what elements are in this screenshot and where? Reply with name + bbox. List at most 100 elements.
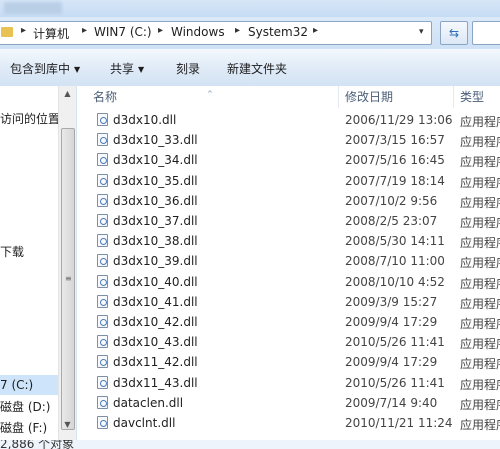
dll-file-icon bbox=[97, 133, 108, 147]
file-name: d3dx10_39.dll bbox=[113, 254, 198, 269]
file-date: 2010/5/26 11:41 bbox=[345, 335, 445, 350]
dll-file-icon bbox=[97, 173, 108, 187]
breadcrumb-separator[interactable]: ▸ bbox=[313, 25, 318, 36]
dll-file-icon bbox=[97, 214, 108, 227]
file-type: 应用程序 bbox=[460, 236, 500, 251]
address-dropdown-icon[interactable]: ▾ bbox=[419, 27, 429, 39]
file-row[interactable]: d3dx10_38.dll 2008/5/30 14:11 应用程序 bbox=[77, 231, 500, 251]
dll-file-icon bbox=[97, 315, 108, 328]
file-date: 2007/3/15 16:57 bbox=[345, 133, 445, 148]
file-name: d3dx10.dll bbox=[113, 113, 177, 127]
item-count: 2,886 个对象 bbox=[0, 440, 75, 449]
nav-item-drive-f[interactable]: 磁盘 (F:) bbox=[0, 419, 47, 436]
breadcrumb-computer[interactable]: 计算机 bbox=[33, 25, 69, 42]
file-name: d3dx10_40.dll bbox=[113, 274, 198, 289]
breadcrumb-separator[interactable]: ▸ bbox=[82, 25, 87, 36]
chevron-down-icon: ▼ bbox=[138, 65, 145, 74]
file-date: 2010/11/21 11:24 bbox=[345, 416, 453, 430]
file-date: 2009/9/4 17:29 bbox=[345, 315, 438, 329]
file-row[interactable]: davclnt.dll 2010/11/21 11:24 应用程序 bbox=[77, 413, 500, 433]
file-row[interactable]: dataclen.dll 2009/7/14 9:40 应用程序 bbox=[77, 393, 500, 413]
file-row[interactable]: d3dx11_42.dll 2009/9/4 17:29 应用程序 bbox=[77, 352, 500, 372]
title-bar bbox=[0, 0, 500, 17]
file-type: 应用程序 bbox=[460, 256, 500, 271]
file-row[interactable]: d3dx10_39.dll 2008/7/10 11:00 应用程序 bbox=[77, 251, 500, 271]
search-input[interactable] bbox=[472, 21, 500, 45]
new-folder-button[interactable]: 新建文件夹 bbox=[227, 60, 287, 77]
nav-item-drive-c[interactable]: 7 (C:) bbox=[0, 375, 58, 395]
nav-scrollbar[interactable]: ▲ ≡ ▼ bbox=[58, 86, 76, 449]
breadcrumb-system32[interactable]: System32 bbox=[248, 25, 308, 39]
file-type: 应用程序 bbox=[460, 317, 500, 331]
file-row[interactable]: d3dx10.dll 2006/11/29 13:06 应用程序 bbox=[77, 110, 500, 130]
dll-file-icon bbox=[97, 113, 108, 126]
file-type: 应用程序 bbox=[460, 276, 500, 291]
address-row: ▸ 计算机 ▸ WIN7 (C:) ▸ Windows ▸ System32 ▸… bbox=[0, 17, 500, 49]
dll-file-icon bbox=[97, 355, 108, 369]
dll-file-icon bbox=[97, 395, 108, 409]
share-button[interactable]: 共享 ▼ bbox=[110, 60, 144, 77]
breadcrumb-drive[interactable]: WIN7 (C:) bbox=[94, 25, 152, 39]
sort-ascending-icon: ^ bbox=[207, 90, 213, 98]
chevron-down-icon: ▼ bbox=[74, 65, 81, 74]
breadcrumb-separator[interactable]: ▸ bbox=[21, 25, 26, 36]
scroll-up-icon[interactable]: ▲ bbox=[59, 86, 76, 102]
file-name: d3dx10_34.dll bbox=[113, 153, 198, 168]
status-bar: 2,886 个对象 bbox=[0, 440, 500, 449]
file-row[interactable]: d3dx10_43.dll 2010/5/26 11:41 应用程序 bbox=[77, 332, 500, 352]
column-header-name[interactable]: 名称 ^ bbox=[77, 86, 339, 108]
file-type: 应用程序 bbox=[460, 357, 500, 372]
file-date: 2009/7/14 9:40 bbox=[345, 395, 438, 410]
scroll-thumb[interactable]: ≡ bbox=[61, 128, 75, 430]
file-row[interactable]: d3dx10_40.dll 2008/10/10 4:52 应用程序 bbox=[77, 272, 500, 292]
breadcrumb-separator[interactable]: ▸ bbox=[158, 25, 163, 36]
column-header-date[interactable]: 修改日期 bbox=[339, 86, 454, 108]
file-row[interactable]: d3dx10_33.dll 2007/3/15 16:57 应用程序 bbox=[77, 130, 500, 150]
nav-item-downloads[interactable]: 下载 bbox=[0, 243, 24, 260]
dll-file-icon bbox=[97, 254, 108, 268]
file-type: 应用程序 bbox=[460, 337, 500, 352]
file-date: 2008/2/5 23:07 bbox=[345, 214, 438, 228]
file-date: 2007/10/2 9:56 bbox=[345, 193, 438, 208]
burn-button[interactable]: 刻录 bbox=[176, 60, 200, 77]
column-header-type[interactable]: 类型 bbox=[454, 86, 500, 108]
file-row[interactable]: d3dx11_43.dll 2010/5/26 11:41 应用程序 bbox=[77, 373, 500, 393]
file-row[interactable]: d3dx10_37.dll 2008/2/5 23:07 应用程序 bbox=[77, 211, 500, 231]
file-date: 2006/11/29 13:06 bbox=[345, 113, 453, 127]
file-name: d3dx10_36.dll bbox=[113, 193, 198, 208]
file-name: dataclen.dll bbox=[113, 395, 184, 410]
file-row[interactable]: d3dx10_34.dll 2007/5/16 16:45 应用程序 bbox=[77, 150, 500, 170]
address-bar[interactable]: ▸ 计算机 ▸ WIN7 (C:) ▸ Windows ▸ System32 ▸… bbox=[0, 21, 432, 45]
grip-icon: ≡ bbox=[65, 274, 72, 283]
file-date: 2007/5/16 16:45 bbox=[345, 153, 445, 168]
navigation-pane: 访问的位置 下载 7 (C:) 磁盘 (D:) 磁盘 (F:) ▲ ≡ ▼ bbox=[0, 86, 77, 449]
include-in-library-label: 包含到库中 bbox=[10, 62, 71, 76]
breadcrumb-windows[interactable]: Windows bbox=[171, 25, 225, 39]
include-in-library-button[interactable]: 包含到库中 ▼ bbox=[10, 60, 80, 77]
column-name-label: 名称 bbox=[93, 90, 118, 104]
file-row[interactable]: d3dx10_42.dll 2009/9/4 17:29 应用程序 bbox=[77, 312, 500, 332]
file-date: 2008/10/10 4:52 bbox=[345, 274, 445, 289]
file-date: 2008/5/30 14:11 bbox=[345, 234, 445, 249]
file-type: 应用程序 bbox=[460, 175, 500, 190]
file-list: 名称 ^ 修改日期 类型 d3dx10.dll 2006/11/29 13:06 应… bbox=[77, 86, 500, 449]
dll-file-icon bbox=[97, 193, 108, 207]
breadcrumb-separator[interactable]: ▸ bbox=[235, 25, 240, 36]
folder-icon bbox=[1, 27, 13, 37]
file-date: 2007/7/19 18:14 bbox=[345, 173, 445, 188]
scroll-down-icon[interactable]: ▼ bbox=[59, 417, 76, 433]
nav-item-drive-d[interactable]: 磁盘 (D:) bbox=[0, 398, 50, 415]
nav-item-recent-places[interactable]: 访问的位置 bbox=[0, 110, 60, 127]
refresh-button[interactable]: ⇆ bbox=[440, 21, 468, 45]
dll-file-icon bbox=[97, 335, 108, 349]
file-name: d3dx10_41.dll bbox=[113, 294, 198, 309]
file-type: 应用程序 bbox=[460, 418, 500, 432]
file-name: d3dx11_43.dll bbox=[113, 375, 198, 390]
file-type: 应用程序 bbox=[460, 296, 500, 311]
file-type: 应用程序 bbox=[460, 155, 500, 170]
file-row[interactable]: d3dx10_41.dll 2009/3/9 15:27 应用程序 bbox=[77, 292, 500, 312]
file-type: 应用程序 bbox=[460, 216, 500, 230]
file-row[interactable]: d3dx10_35.dll 2007/7/19 18:14 应用程序 bbox=[77, 171, 500, 191]
file-row[interactable]: d3dx10_36.dll 2007/10/2 9:56 应用程序 bbox=[77, 191, 500, 211]
file-type: 应用程序 bbox=[460, 135, 500, 150]
